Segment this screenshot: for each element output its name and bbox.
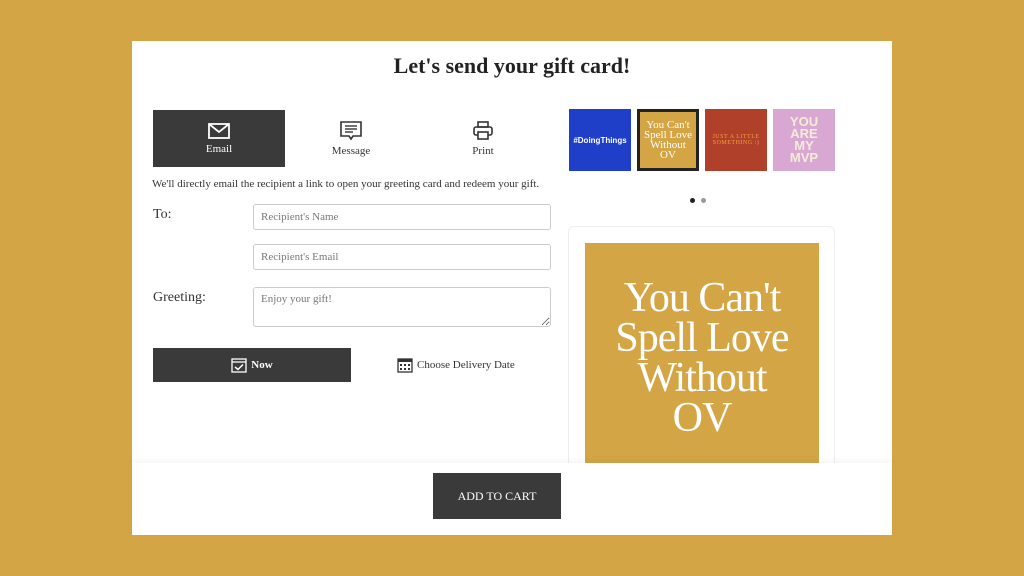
add-to-cart-button[interactable]: ADD TO CART bbox=[433, 473, 561, 519]
design-thumb-mvp[interactable]: YOU ARE MY MVP bbox=[773, 109, 835, 171]
description: We'll directly email the recipient a lin… bbox=[152, 178, 540, 190]
card-line-2: Spell Love bbox=[615, 315, 789, 361]
carousel-dot-1[interactable] bbox=[690, 198, 695, 203]
design-thumb-doingthings[interactable]: #DoingThings bbox=[569, 109, 631, 171]
greeting-textarea[interactable] bbox=[253, 287, 551, 327]
design-thumb-text: JUST A LITTLE SOMETHING :) bbox=[712, 134, 760, 146]
gift-card-panel: Let's send your gift card! Email Message… bbox=[132, 41, 892, 535]
card-line-4: OV bbox=[672, 395, 733, 441]
send-now-button[interactable]: Now bbox=[153, 348, 351, 382]
card-preview-image: You Can't Spell Love Without OV bbox=[585, 243, 819, 473]
design-thumb-text: You Can't Spell Love Without OV bbox=[644, 119, 692, 161]
design-thumbnails: #DoingThings You Can't Spell Love Without O… bbox=[569, 109, 835, 171]
design-thumb-text: #DoingThings bbox=[573, 135, 627, 145]
tab-email[interactable]: Email bbox=[153, 110, 285, 167]
envelope-icon bbox=[208, 122, 230, 139]
tab-message-label: Message bbox=[331, 144, 371, 157]
tab-message[interactable]: Message bbox=[285, 110, 417, 167]
send-now-label: Now bbox=[251, 359, 273, 371]
greeting-label: Greeting: bbox=[153, 290, 206, 305]
design-thumb-little-something[interactable]: JUST A LITTLE SOMETHING :) bbox=[705, 109, 767, 171]
card-line-3: Without bbox=[637, 355, 768, 401]
footer-bar: ADD TO CART bbox=[132, 463, 892, 535]
design-thumb-text: YOU ARE MY MVP bbox=[789, 114, 819, 165]
design-thumb-spell-love[interactable]: You Can't Spell Love Without OV bbox=[637, 109, 699, 171]
message-icon bbox=[340, 120, 362, 140]
card-line-1: You Can't bbox=[623, 275, 782, 321]
choose-delivery-date-label: Choose Delivery Date bbox=[417, 359, 515, 371]
recipient-name-input[interactable] bbox=[253, 204, 551, 230]
delivery-method-tabs: Email Message Print bbox=[153, 110, 553, 167]
carousel-dot-2[interactable] bbox=[701, 198, 706, 203]
tab-print-label: Print bbox=[472, 144, 494, 157]
page-title: Let's send your gift card! bbox=[393, 53, 631, 78]
tab-print[interactable]: Print bbox=[417, 110, 549, 167]
recipient-email-input[interactable] bbox=[253, 244, 551, 270]
carousel-dots bbox=[690, 198, 706, 203]
tab-email-label: Email bbox=[205, 142, 233, 155]
card-preview: You Can't Spell Love Without OV bbox=[568, 226, 835, 486]
calendar-icon bbox=[397, 358, 413, 373]
to-label: To: bbox=[153, 207, 172, 222]
printer-icon bbox=[473, 120, 493, 140]
calendar-check-icon bbox=[231, 358, 247, 373]
choose-delivery-date-button[interactable]: Choose Delivery Date bbox=[397, 355, 515, 375]
